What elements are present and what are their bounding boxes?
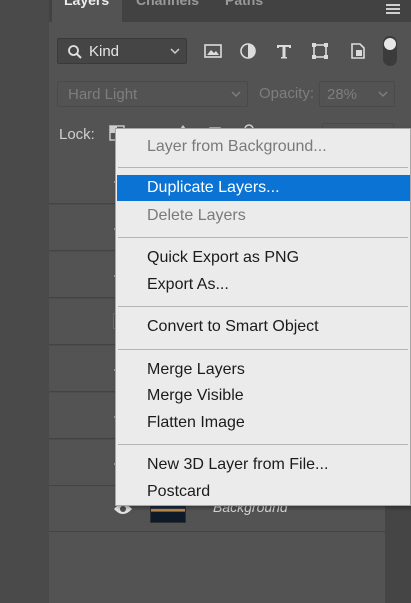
menu-separator <box>118 444 408 445</box>
blend-mode-dropdown[interactable]: Hard Light <box>57 81 248 107</box>
chevron-down-icon <box>170 48 180 55</box>
filter-toggle[interactable] <box>383 36 397 66</box>
pixel-layer-filter-icon[interactable] <box>203 41 223 61</box>
menu-layer-from-background[interactable]: Layer from Background... <box>117 134 410 160</box>
menu-postcard[interactable]: Postcard <box>117 479 410 505</box>
chevron-down-icon <box>231 91 241 98</box>
lock-label: Lock: <box>59 126 95 143</box>
opacity-field[interactable]: 28% <box>319 81 395 107</box>
workspace-edge <box>0 0 49 603</box>
type-layer-filter-icon[interactable] <box>274 41 294 61</box>
menu-separator <box>118 349 408 350</box>
menu-merge-layers[interactable]: Merge Layers <box>117 357 410 383</box>
menu-merge-visible[interactable]: Merge Visible <box>117 383 410 409</box>
menu-flatten-image[interactable]: Flatten Image <box>117 410 410 436</box>
smart-object-filter-icon[interactable] <box>348 41 368 61</box>
menu-convert-smart-object[interactable]: Convert to Smart Object <box>117 314 410 340</box>
blend-mode-value: Hard Light <box>68 86 138 103</box>
tab-channels[interactable]: Channels <box>136 0 206 22</box>
adjustment-layer-filter-icon[interactable] <box>238 41 258 61</box>
menu-quick-export-png[interactable]: Quick Export as PNG <box>117 245 410 271</box>
tab-layers[interactable]: Layers <box>52 0 122 22</box>
filter-kind-label: Kind <box>89 43 120 60</box>
opacity-label: Opacity: <box>259 85 315 102</box>
menu-separator <box>118 306 408 307</box>
menu-export-as[interactable]: Export As... <box>117 272 410 298</box>
layer-context-menu: Layer from Background... Duplicate Layer… <box>115 128 411 506</box>
tab-paths[interactable]: Paths <box>225 0 275 22</box>
search-icon <box>68 45 82 59</box>
opacity-value: 28% <box>327 86 358 103</box>
menu-separator <box>118 167 408 168</box>
menu-separator <box>118 237 408 238</box>
menu-new-3d-layer-from-file[interactable]: New 3D Layer from File... <box>117 452 410 478</box>
chevron-down-icon <box>378 91 388 98</box>
menu-duplicate-layers[interactable]: Duplicate Layers... <box>117 175 410 201</box>
filter-kind-dropdown[interactable]: Kind <box>57 38 187 64</box>
panel-menu-icon[interactable] <box>384 2 402 16</box>
filter-toggle-knob <box>384 38 396 50</box>
photoshop-layers-panel: Layers Channels Paths Kind Hard Light Op… <box>0 0 411 603</box>
menu-delete-layers[interactable]: Delete Layers <box>117 203 410 229</box>
shape-layer-filter-icon[interactable] <box>310 41 330 61</box>
